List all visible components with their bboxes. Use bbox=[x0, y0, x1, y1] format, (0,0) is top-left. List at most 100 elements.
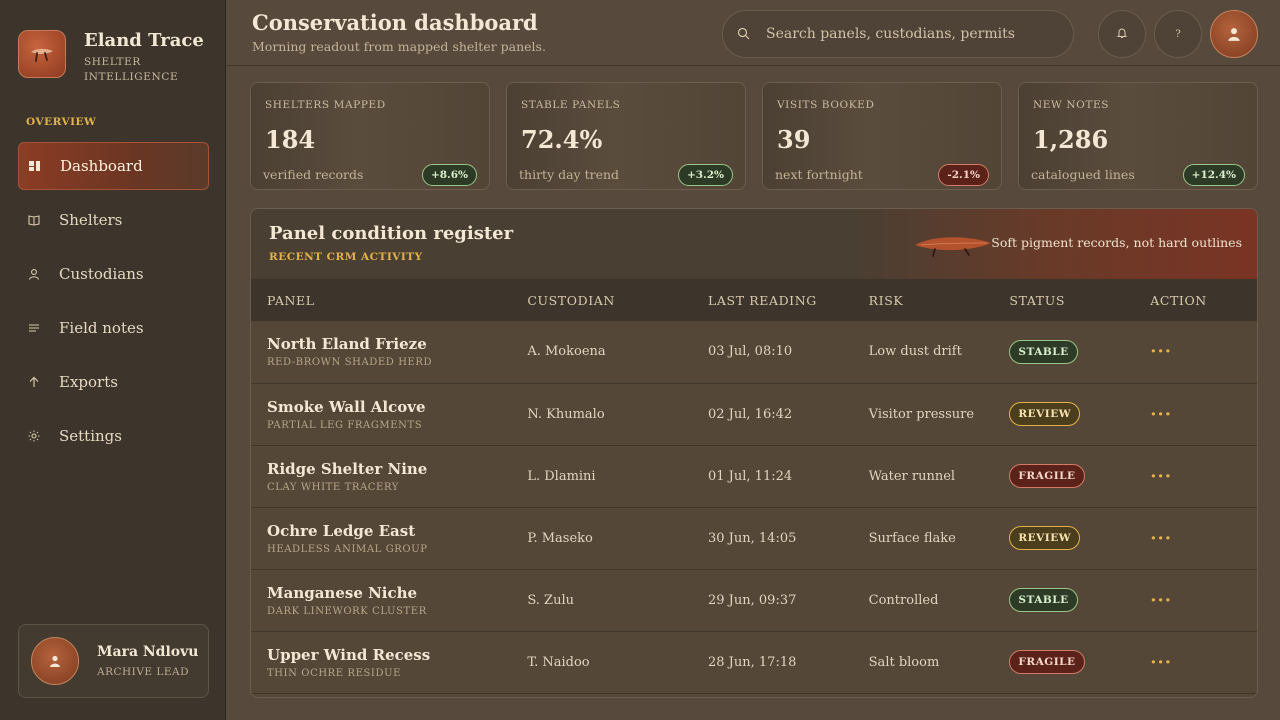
pigment-stroke-icon bbox=[913, 231, 993, 263]
stat-note: next fortnight bbox=[775, 167, 863, 182]
stat-card-visits-booked[interactable]: VISITS BOOKED 39 next fortnight -2.1% bbox=[762, 82, 1002, 190]
sidebar-item-field-notes[interactable]: Field notes bbox=[18, 304, 209, 352]
row-actions-button[interactable]: ··· bbox=[1150, 341, 1172, 362]
risk-cell: Controlled bbox=[868, 592, 939, 608]
table-row[interactable]: Ridge Shelter Nine CLAY WHITE TRACERY L. … bbox=[251, 445, 1257, 507]
panel-description: THIN OCHRE RESIDUE bbox=[267, 667, 402, 679]
avatar bbox=[31, 637, 79, 685]
sidebar-item-dashboard[interactable]: Dashboard bbox=[18, 142, 209, 190]
row-actions-button[interactable]: ··· bbox=[1150, 590, 1172, 611]
main-content: Conservation dashboard Morning readout f… bbox=[226, 0, 1280, 720]
brand-subtitle: SHELTER INTELLIGENCE bbox=[84, 56, 179, 83]
sidebar-item-settings[interactable]: Settings bbox=[18, 412, 209, 460]
table-row[interactable]: Upper Wind Recess THIN OCHRE RESIDUE T. N… bbox=[251, 631, 1257, 693]
table-row[interactable]: North Eland Frieze RED-BROWN SHADED HERD … bbox=[251, 321, 1257, 383]
person-icon bbox=[1228, 28, 1240, 41]
eland-logo-icon[interactable] bbox=[18, 30, 66, 78]
book-icon bbox=[28, 214, 40, 226]
sidebar-item-exports[interactable]: Exports bbox=[18, 358, 209, 406]
stat-card-shelters-mapped[interactable]: SHELTERS MAPPED 184 verified records +8.… bbox=[250, 82, 490, 190]
stat-cards: SHELTERS MAPPED 184 verified records +8.… bbox=[250, 82, 1274, 190]
stat-card-new-notes[interactable]: NEW NOTES 1,286 catalogued lines +12.4% bbox=[1018, 82, 1258, 190]
register-header: Panel condition register RECENT CRM ACTI… bbox=[251, 209, 1257, 279]
status-badge: FRAGILE bbox=[1009, 650, 1085, 674]
app-shell: Eland Trace SHELTER INTELLIGENCE OVERVIE… bbox=[0, 0, 1280, 720]
risk-cell: Salt bloom bbox=[868, 654, 940, 670]
profile-avatar-button[interactable] bbox=[1210, 10, 1258, 58]
trend-badge: +12.4% bbox=[1182, 164, 1245, 186]
stat-value: 39 bbox=[777, 125, 811, 154]
table-row[interactable]: Ochre Ledge East HEADLESS ANIMAL GROUP P.… bbox=[251, 507, 1257, 569]
trend-badge: +3.2% bbox=[677, 164, 733, 186]
stat-label: STABLE PANELS bbox=[521, 99, 621, 111]
page-title: Conservation dashboard bbox=[252, 10, 538, 35]
nav-section-label: OVERVIEW bbox=[26, 116, 97, 128]
brand: Eland Trace SHELTER INTELLIGENCE bbox=[18, 30, 204, 85]
brand-name: Eland Trace bbox=[84, 30, 204, 51]
status-badge: STABLE bbox=[1009, 588, 1078, 612]
sidebar-item-label: Settings bbox=[59, 427, 122, 445]
stat-label: SHELTERS MAPPED bbox=[265, 99, 386, 111]
row-actions-button[interactable]: ··· bbox=[1150, 652, 1172, 673]
register-table: PANEL CUSTODIAN LAST READING RISK STATUS… bbox=[251, 279, 1257, 694]
lines-icon bbox=[28, 322, 40, 334]
table-row[interactable]: Manganese Niche DARK LINEWORK CLUSTER S. … bbox=[251, 569, 1257, 631]
panel-description: DARK LINEWORK CLUSTER bbox=[267, 605, 427, 617]
row-actions-button[interactable]: ··· bbox=[1150, 404, 1172, 425]
status-badge: FRAGILE bbox=[1009, 464, 1085, 488]
row-actions-button[interactable]: ··· bbox=[1150, 528, 1172, 549]
column-header-status[interactable]: STATUS bbox=[993, 279, 1134, 321]
sidebar-item-shelters[interactable]: Shelters bbox=[18, 196, 209, 244]
sidebar-item-label: Exports bbox=[59, 373, 118, 391]
stat-value: 72.4% bbox=[521, 125, 603, 154]
user-card[interactable]: Mara Ndlovu ARCHIVE LEAD bbox=[18, 624, 209, 698]
sidebar-item-label: Custodians bbox=[59, 265, 144, 283]
stat-note: verified records bbox=[263, 167, 364, 182]
search-input[interactable] bbox=[766, 26, 1056, 42]
help-button[interactable]: ? bbox=[1154, 10, 1202, 58]
register-title: Panel condition register bbox=[269, 223, 514, 244]
notifications-button[interactable] bbox=[1098, 10, 1146, 58]
stat-note: catalogued lines bbox=[1031, 167, 1135, 182]
reading-cell: 02 Jul, 16:42 bbox=[708, 406, 793, 422]
person-icon bbox=[28, 268, 40, 280]
search-icon bbox=[737, 25, 750, 44]
stat-card-stable-panels[interactable]: STABLE PANELS 72.4% thirty day trend +3.… bbox=[506, 82, 746, 190]
sidebar-item-label: Field notes bbox=[59, 319, 144, 337]
sidebar-item-label: Dashboard bbox=[60, 157, 143, 175]
status-badge: REVIEW bbox=[1009, 526, 1080, 550]
sidebar-item-label: Shelters bbox=[59, 211, 123, 229]
custodian-cell: S. Zulu bbox=[527, 592, 574, 608]
reading-cell: 30 Jun, 14:05 bbox=[708, 530, 797, 546]
help-icon: ? bbox=[1175, 28, 1181, 40]
table-row[interactable]: Smoke Wall Alcove PARTIAL LEG FRAGMENTS N… bbox=[251, 383, 1257, 445]
column-header-last-reading[interactable]: LAST READING bbox=[692, 279, 853, 321]
bell-icon bbox=[1116, 27, 1128, 42]
table-header-row: PANEL CUSTODIAN LAST READING RISK STATUS… bbox=[251, 279, 1257, 321]
custodian-cell: A. Mokoena bbox=[527, 344, 606, 360]
sidebar: Eland Trace SHELTER INTELLIGENCE OVERVIE… bbox=[0, 0, 226, 720]
row-actions-button[interactable]: ··· bbox=[1150, 466, 1172, 487]
panel-description: RED-BROWN SHADED HERD bbox=[267, 357, 433, 369]
column-header-panel[interactable]: PANEL bbox=[251, 279, 511, 321]
risk-cell: Low dust drift bbox=[868, 344, 962, 360]
column-header-risk[interactable]: RISK bbox=[853, 279, 994, 321]
column-header-custodian[interactable]: CUSTODIAN bbox=[511, 279, 692, 321]
panel-name: Manganese Niche bbox=[267, 583, 418, 602]
stat-note: thirty day trend bbox=[519, 167, 620, 182]
search-bar[interactable] bbox=[722, 10, 1074, 58]
sun-gear-icon bbox=[28, 430, 40, 442]
risk-cell: Surface flake bbox=[868, 530, 956, 546]
page-subtitle: Morning readout from mapped shelter pane… bbox=[252, 39, 546, 54]
status-badge: REVIEW bbox=[1009, 402, 1080, 426]
panel-description: HEADLESS ANIMAL GROUP bbox=[267, 543, 428, 555]
column-header-action: ACTION bbox=[1150, 292, 1207, 308]
sidebar-item-custodians[interactable]: Custodians bbox=[18, 250, 209, 298]
register-note: Soft pigment records, not hard outlines bbox=[991, 235, 1242, 250]
risk-cell: Visitor pressure bbox=[868, 406, 975, 422]
stat-value: 184 bbox=[265, 125, 316, 154]
panel-name: Ochre Ledge East bbox=[267, 521, 416, 540]
custodian-cell: N. Khumalo bbox=[527, 406, 605, 422]
risk-cell: Water runnel bbox=[868, 468, 956, 484]
custodian-cell: T. Naidoo bbox=[527, 654, 590, 670]
